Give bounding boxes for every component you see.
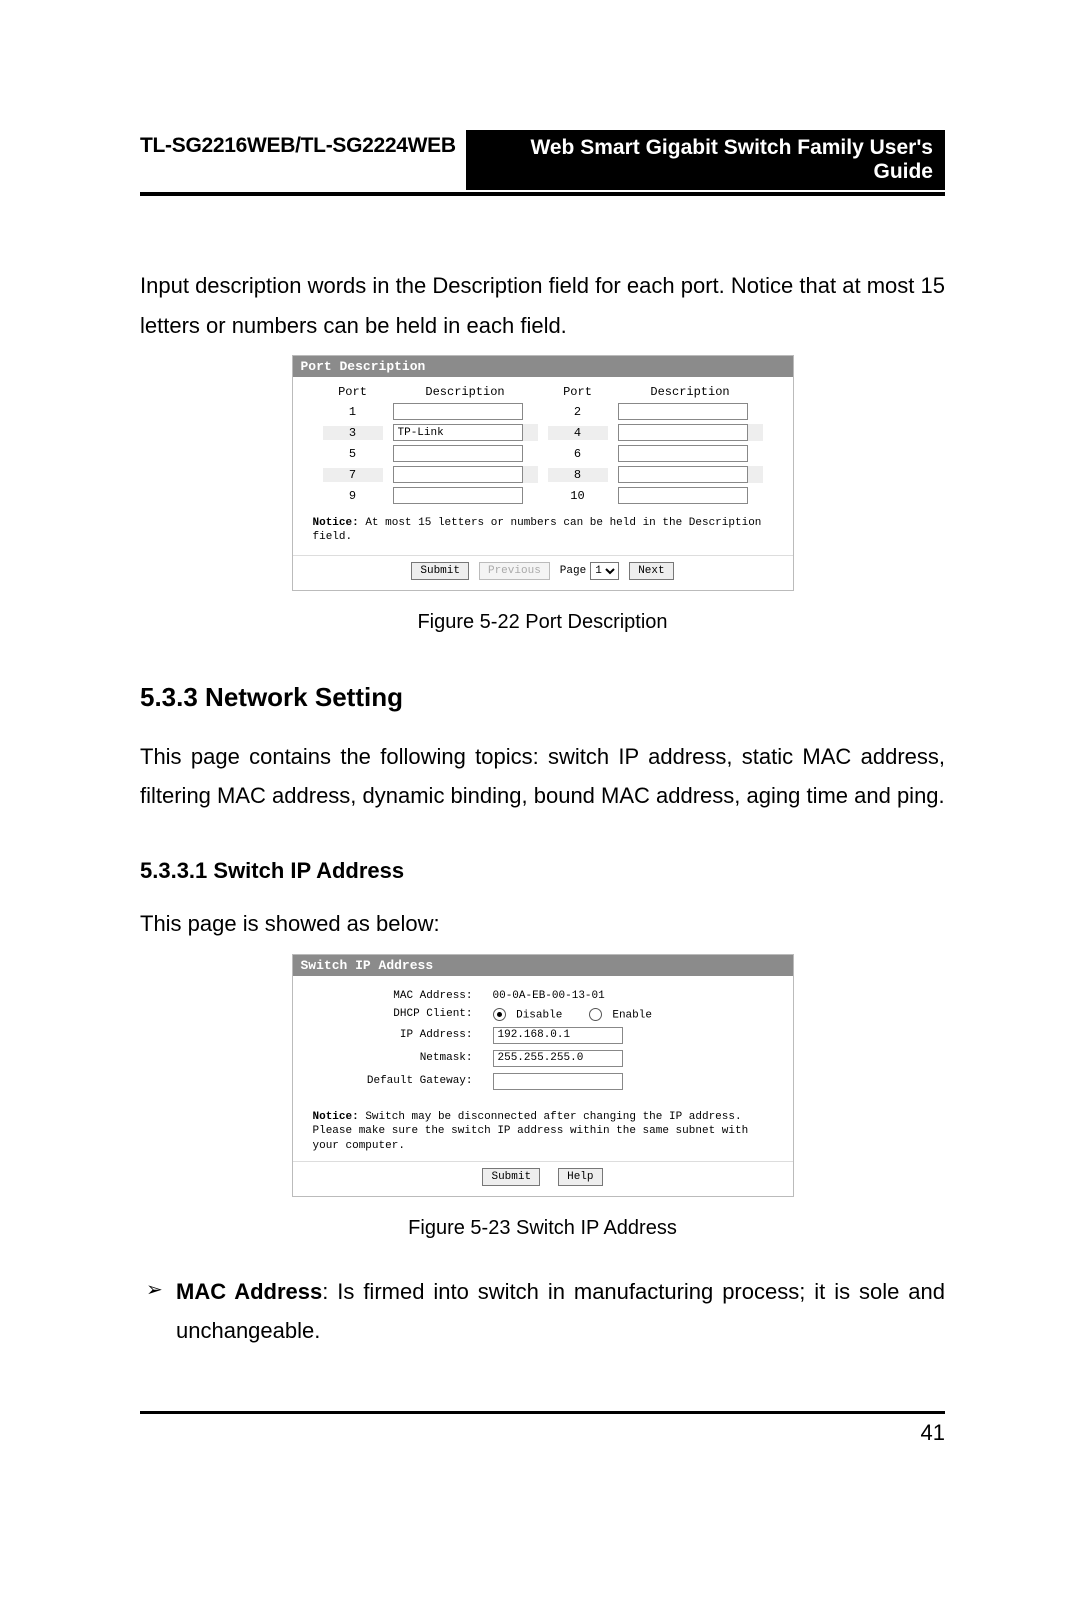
port-desc-input[interactable] — [393, 403, 523, 420]
dhcp-enable-radio[interactable] — [589, 1008, 602, 1021]
port-number: 5 — [323, 447, 383, 461]
header-model: TL-SG2216WEB/TL-SG2224WEB — [140, 130, 466, 190]
previous-button[interactable]: Previous — [479, 562, 550, 580]
heading-network-setting: 5.3.3 Network Setting — [140, 682, 945, 713]
port-number: 9 — [323, 489, 383, 503]
mac-address-value: 00-0A-EB-00-13-01 — [493, 990, 605, 1002]
notice-text: At most 15 letters or numbers can be hel… — [313, 517, 762, 543]
bullet-term: MAC Address — [176, 1279, 322, 1304]
port-number: 7 — [323, 468, 383, 482]
panel-title: Port Description — [293, 356, 793, 377]
notice-label: Notice: — [313, 1111, 359, 1123]
dhcp-enable-text: Enable — [612, 1009, 652, 1021]
page: TL-SG2216WEB/TL-SG2224WEB Web Smart Giga… — [0, 0, 1080, 1619]
default-gateway-label: Default Gateway: — [313, 1075, 493, 1087]
figure-switch-ip: Switch IP Address MAC Address: 00-0A-EB-… — [292, 954, 794, 1197]
port-desc-input[interactable] — [618, 487, 748, 504]
mac-address-label: MAC Address: — [313, 990, 493, 1002]
header-title: Web Smart Gigabit Switch Family User's G… — [466, 130, 945, 190]
panel-title: Switch IP Address — [293, 955, 793, 976]
help-button[interactable]: Help — [558, 1168, 602, 1186]
ip-address-input[interactable] — [493, 1027, 623, 1044]
footer-rule — [140, 1411, 945, 1414]
col-desc-left: Description — [393, 385, 538, 399]
paragraph-switch-ip: This page is showed as below: — [140, 904, 945, 944]
port-number: 10 — [548, 489, 608, 503]
port-desc-input[interactable] — [618, 403, 748, 420]
page-header: TL-SG2216WEB/TL-SG2224WEB Web Smart Giga… — [140, 130, 945, 196]
netmask-label: Netmask: — [313, 1052, 493, 1064]
port-desc-input[interactable] — [618, 445, 748, 462]
port-number: 2 — [548, 405, 608, 419]
col-port-left: Port — [323, 385, 383, 399]
port-desc-controls: Submit Previous Page 1 Next — [293, 555, 793, 590]
port-description-grid: Port Description Port Description 1 2 3 … — [293, 377, 793, 512]
next-button[interactable]: Next — [629, 562, 673, 580]
bullet-icon: ➢ — [140, 1272, 176, 1351]
port-desc-input[interactable] — [393, 445, 523, 462]
figure-caption: Figure 5-22 Port Description — [140, 611, 945, 634]
paragraph-network-setting: This page contains the following topics:… — [140, 737, 945, 816]
page-select[interactable]: 1 — [590, 562, 619, 580]
port-desc-input[interactable] — [393, 487, 523, 504]
submit-button[interactable]: Submit — [411, 562, 469, 580]
port-desc-input[interactable] — [393, 424, 523, 441]
port-number: 8 — [548, 468, 608, 482]
port-desc-input[interactable] — [393, 466, 523, 483]
intro-paragraph: Input description words in the Descripti… — [140, 266, 945, 345]
figure-port-description: Port Description Port Description Port D… — [292, 355, 794, 591]
page-number: 41 — [140, 1420, 945, 1446]
switch-ip-controls: Submit Help — [293, 1162, 793, 1196]
dhcp-client-label: DHCP Client: — [313, 1008, 493, 1020]
ip-address-label: IP Address: — [313, 1029, 493, 1041]
port-number: 6 — [548, 447, 608, 461]
col-desc-right: Description — [618, 385, 763, 399]
port-desc-input[interactable] — [618, 466, 748, 483]
port-number: 4 — [548, 426, 608, 440]
dhcp-disable-radio[interactable] — [493, 1008, 506, 1021]
switch-ip-notice: Notice: Switch may be disconnected after… — [293, 1104, 793, 1162]
heading-switch-ip: 5.3.3.1 Switch IP Address — [140, 858, 945, 884]
figure-caption: Figure 5-23 Switch IP Address — [140, 1217, 945, 1240]
notice-label: Notice: — [313, 517, 359, 529]
notice-text: Switch may be disconnected after changin… — [313, 1111, 749, 1152]
submit-button[interactable]: Submit — [482, 1168, 540, 1186]
col-port-right: Port — [548, 385, 608, 399]
port-desc-input[interactable] — [618, 424, 748, 441]
dhcp-disable-text: Disable — [516, 1009, 562, 1021]
port-desc-notice: Notice: At most 15 letters or numbers ca… — [293, 512, 793, 555]
page-label: Page — [560, 565, 586, 577]
header-rule — [140, 192, 945, 196]
port-number: 3 — [323, 426, 383, 440]
port-number: 1 — [323, 405, 383, 419]
netmask-input[interactable] — [493, 1050, 623, 1067]
bullet-mac-address: ➢ MAC Address: Is firmed into switch in … — [140, 1272, 945, 1351]
default-gateway-input[interactable] — [493, 1073, 623, 1090]
